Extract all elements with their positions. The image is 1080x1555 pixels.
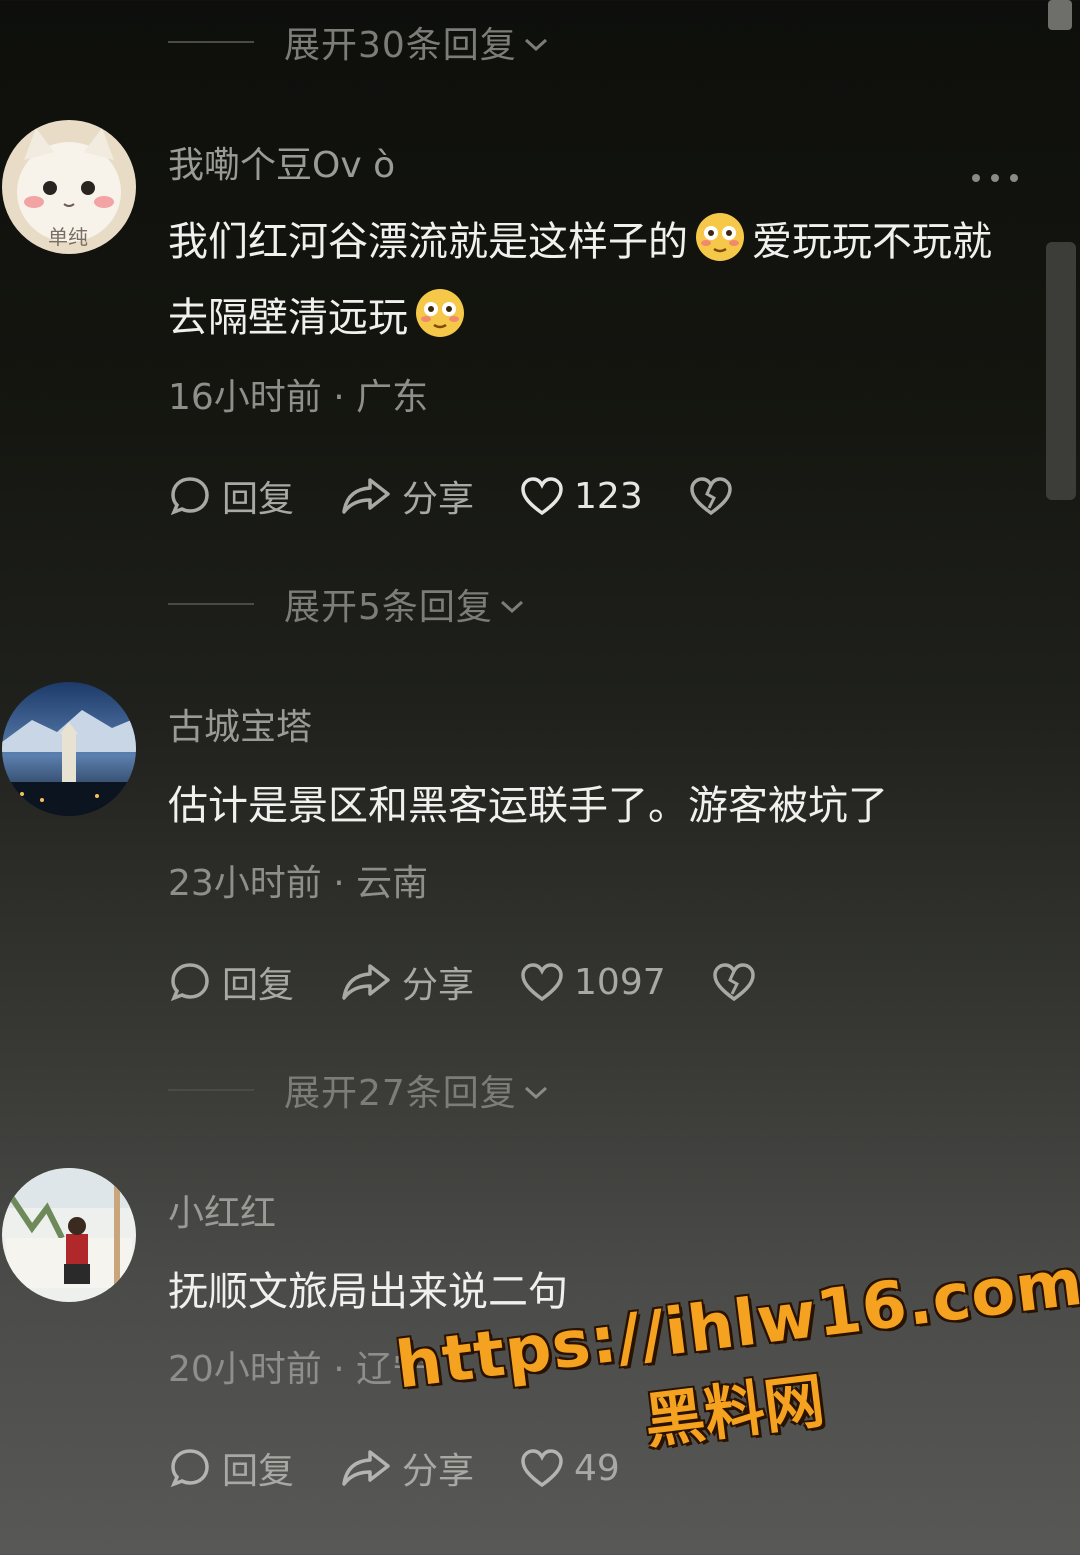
expand-replies-label: 展开5条回复	[284, 587, 493, 628]
expand-replies-button[interactable]: 展开5条回复	[168, 574, 525, 634]
flushed-face-icon	[414, 287, 466, 339]
heart-icon	[521, 1449, 563, 1488]
scrollbar-top[interactable]	[1048, 0, 1072, 30]
comment-content: 抚顺文旅局出来说二句	[168, 1269, 568, 1315]
reply-bubble-icon	[170, 963, 209, 1002]
share-button[interactable]: 分享	[340, 1442, 474, 1494]
comment-content: 我们红河谷漂流就是这样子的 爱玩玩不玩就去隔壁清远玩	[168, 204, 1018, 356]
reply-bubble-icon	[170, 1449, 209, 1488]
reply-button[interactable]: 回复	[168, 470, 294, 522]
heart-icon	[521, 963, 563, 1002]
like-button[interactable]: 49	[520, 1448, 620, 1489]
divider-line	[168, 1089, 254, 1091]
chevron-down-icon	[499, 584, 525, 625]
comment-actions: 回复 分享 49	[168, 1438, 666, 1498]
share-label: 分享	[402, 479, 475, 520]
avatar[interactable]: 单纯	[2, 120, 136, 254]
chevron-down-icon	[523, 22, 549, 63]
share-button[interactable]: 分享	[340, 956, 474, 1008]
share-arrow-icon	[342, 478, 390, 514]
comment-time-location: 16小时前 · 广东	[168, 377, 429, 418]
like-count: 123	[574, 475, 643, 517]
reply-button[interactable]: 回复	[168, 956, 294, 1008]
reply-label: 回复	[222, 1451, 295, 1492]
share-label: 分享	[402, 965, 475, 1006]
more-options-icon[interactable]	[972, 168, 1018, 188]
reply-button[interactable]: 回复	[168, 1442, 294, 1494]
comment-username[interactable]: 古城宝塔	[168, 698, 312, 750]
divider-line	[168, 41, 254, 43]
comment-actions: 回复 分享 123	[168, 466, 789, 526]
like-count: 1097	[574, 961, 666, 1003]
heart-icon	[521, 477, 563, 516]
expand-replies-label: 展开30条回复	[284, 25, 517, 66]
share-label: 分享	[402, 1451, 475, 1492]
share-arrow-icon	[342, 964, 390, 1000]
scrollbar-thumb[interactable]	[1046, 242, 1076, 500]
comment-content: 估计是景区和黑客运联手了。游客被坑了	[168, 783, 888, 829]
flushed-face-icon	[694, 211, 746, 263]
like-button[interactable]: 1097	[520, 962, 666, 1003]
reply-label: 回复	[222, 479, 295, 520]
dislike-button[interactable]	[689, 476, 743, 516]
comment-time-location: 20小时前 · 辽宁	[168, 1349, 429, 1390]
reply-label: 回复	[222, 965, 295, 1006]
comment-username[interactable]: 小红红	[168, 1184, 276, 1236]
avatar-caption: 单纯	[48, 225, 88, 249]
reply-bubble-icon	[170, 477, 209, 516]
expand-replies-button[interactable]: 展开27条回复	[168, 1060, 549, 1120]
broken-heart-icon	[689, 477, 732, 516]
chevron-down-icon	[523, 1070, 549, 1111]
avatar[interactable]	[2, 1168, 136, 1302]
comment-text: 我们红河谷漂流就是这样子的	[168, 219, 688, 265]
share-arrow-icon	[342, 1450, 390, 1486]
comment-actions: 回复 分享 1097	[168, 952, 812, 1012]
watermark-name: 黑料网	[640, 1366, 829, 1458]
avatar[interactable]	[2, 682, 136, 816]
comment-time-location: 23小时前 · 云南	[168, 863, 429, 904]
broken-heart-icon	[712, 963, 755, 1002]
share-button[interactable]: 分享	[340, 470, 474, 522]
comment-username[interactable]: 我嘞个豆Ov ò	[168, 136, 395, 188]
divider-line	[168, 603, 254, 605]
expand-replies-button[interactable]: 展开30条回复	[168, 12, 549, 72]
dislike-button[interactable]	[712, 962, 766, 1002]
expand-replies-label: 展开27条回复	[284, 1073, 517, 1114]
like-button[interactable]: 123	[520, 476, 643, 517]
like-count: 49	[574, 1447, 620, 1489]
